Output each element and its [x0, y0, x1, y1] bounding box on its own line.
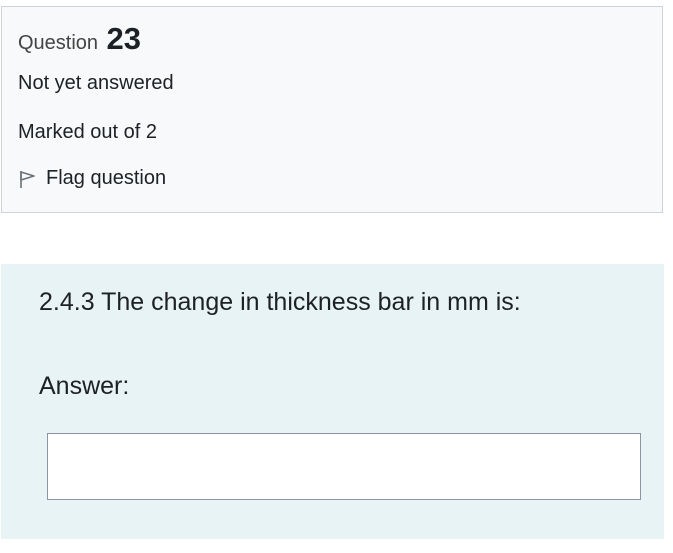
answer-input[interactable] [47, 433, 641, 500]
question-heading: Question 23 [18, 21, 141, 57]
flag-question-label[interactable]: Flag question [46, 167, 166, 190]
answer-label: Answer: [39, 372, 130, 400]
question-info-panel: Question 23 Not yet answered Marked out … [1, 6, 663, 213]
question-number: 23 [106, 21, 141, 56]
flag-question-link[interactable]: Flag question [16, 167, 166, 190]
question-content-panel: 2.4.3 The change in thickness bar in mm … [1, 264, 664, 539]
question-grade: Marked out of 2 [18, 121, 157, 143]
question-state: Not yet answered [18, 72, 174, 94]
flag-outline-icon [16, 168, 38, 190]
question-word: Question [18, 32, 99, 54]
question-text: 2.4.3 The change in thickness bar in mm … [39, 288, 521, 316]
